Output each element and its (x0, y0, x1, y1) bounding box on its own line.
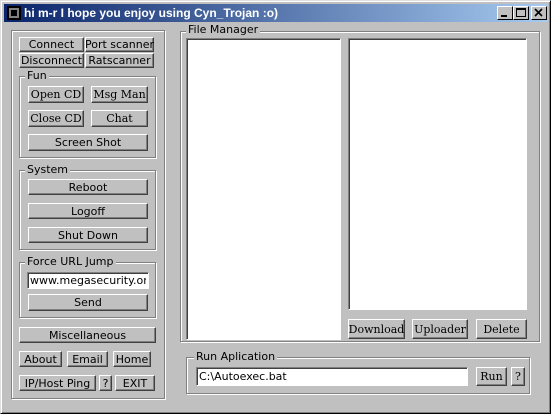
home-button[interactable]: Home (113, 351, 151, 367)
window-title: hi m-r I hope you enjoy using Cyn_Trojan… (24, 6, 279, 20)
reboot-button[interactable]: Reboot (28, 179, 148, 195)
disconnect-button[interactable]: Disconnect (19, 53, 84, 68)
title-bar[interactable]: hi m-r I hope you enjoy using Cyn_Trojan… (4, 4, 548, 22)
chat-button[interactable]: Chat (91, 110, 148, 127)
main-window: hi m-r I hope you enjoy using Cyn_Trojan… (0, 0, 551, 414)
screen-shot-button[interactable]: Screen Shot (28, 134, 148, 151)
about-button[interactable]: About (19, 351, 62, 367)
send-button[interactable]: Send (28, 294, 148, 311)
delete-button[interactable]: Delete (476, 319, 527, 339)
app-icon (7, 6, 21, 20)
run-button[interactable]: Run (476, 367, 507, 386)
close-button[interactable] (531, 6, 547, 20)
ratscanner-button[interactable]: Ratscanner (85, 53, 154, 68)
connect-button[interactable]: Connect (19, 37, 84, 52)
exit-button[interactable]: EXIT (115, 375, 155, 391)
shut-down-button[interactable]: Shut Down (28, 227, 148, 243)
download-button[interactable]: Download (348, 319, 405, 339)
logoff-button[interactable]: Logoff (28, 203, 148, 219)
file-manager-label: File Manager (186, 23, 261, 36)
email-button[interactable]: Email (67, 351, 108, 367)
file-list[interactable] (348, 38, 527, 310)
run-path-input[interactable] (196, 367, 468, 386)
close-cd-button[interactable]: Close CD (28, 110, 84, 127)
port-scanner-button[interactable]: Port scanner (85, 37, 154, 52)
ping-help-button[interactable]: ? (99, 375, 112, 391)
close-icon (534, 8, 543, 17)
force-url-label: Force URL Jump (25, 255, 116, 268)
msg-man-button[interactable]: Msg Man (91, 86, 148, 103)
fun-label: Fun (25, 69, 49, 82)
system-label: System (25, 163, 71, 176)
run-help-button[interactable]: ? (511, 367, 525, 386)
miscellaneous-button[interactable]: Miscellaneous (19, 327, 156, 343)
run-application-label: Run Aplication (194, 350, 278, 363)
uploader-button[interactable]: Uploader (412, 319, 468, 339)
maximize-button[interactable] (513, 6, 529, 20)
minimize-icon (501, 15, 507, 17)
folder-list[interactable] (186, 38, 341, 340)
open-cd-button[interactable]: Open CD (28, 86, 84, 103)
url-input[interactable] (27, 272, 149, 289)
minimize-button[interactable] (497, 6, 513, 20)
maximize-icon (516, 8, 526, 17)
ip-host-ping-button[interactable]: IP/Host Ping (19, 375, 96, 391)
